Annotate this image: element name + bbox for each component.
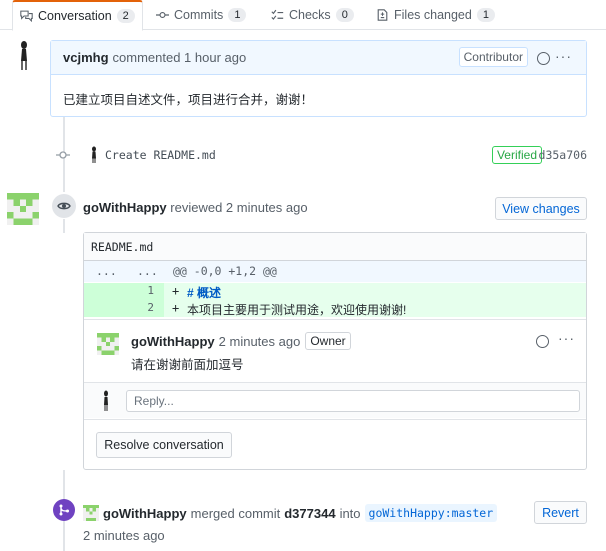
diff-prefix: +: [172, 284, 180, 298]
hunk-header-text: @@ -0,0 +1,2 @@: [173, 264, 277, 278]
vcjmhg-small-avatar[interactable]: [90, 146, 98, 164]
resolve-conversation-button[interactable]: Resolve conversation: [96, 432, 232, 458]
merge-event: goWithHappy merged commit d377344 into g…: [83, 504, 498, 522]
gowithhappy-avatar[interactable]: [83, 505, 99, 521]
merge-event-badge: [53, 499, 75, 521]
line-number: 2: [147, 301, 154, 314]
commit-icon: [156, 11, 169, 19]
tab-checks-count: 0: [335, 8, 354, 22]
diff-prefix: +: [172, 301, 180, 315]
file-diff-icon: [377, 9, 388, 21]
verified-badge[interactable]: Verified: [491, 146, 542, 164]
review-event-badge: [52, 194, 76, 218]
contributor-badge: Contributor: [458, 47, 528, 67]
line-number: 1: [147, 284, 154, 297]
commit-message[interactable]: Create README.md: [105, 148, 216, 162]
timeline-line: [63, 219, 65, 233]
review-thread: README.md ... ... @@ -0,0 +1,2 @@ 1 + # …: [83, 232, 587, 470]
tab-files-changed-label: Files changed: [394, 8, 472, 22]
comment-discussion-icon: [20, 10, 33, 22]
file-name[interactable]: README.md: [84, 233, 586, 261]
expand-up-marker: ...: [96, 264, 117, 278]
tab-conversation-label: Conversation: [38, 9, 112, 23]
tab-checks-label: Checks: [289, 8, 331, 22]
merge-timestamp[interactable]: 2 minutes ago: [83, 528, 165, 543]
review-timestamp[interactable]: reviewed 2 minutes ago: [170, 200, 307, 215]
view-changes-button[interactable]: View changes: [495, 197, 587, 220]
diff-line-text: # 概述: [187, 286, 222, 300]
gowithhappy-avatar[interactable]: [7, 193, 39, 225]
comment-author[interactable]: vcjmhg: [63, 50, 109, 65]
tab-checks[interactable]: Checks 0: [271, 0, 354, 30]
line-number-cell: 1: [84, 283, 164, 300]
commit-icon: [56, 151, 70, 159]
owner-badge: Owner: [305, 332, 351, 350]
comment-body: 已建立项目自述文件，项目进行合并，谢谢！: [63, 93, 314, 107]
diff-line[interactable]: 2 + 本项目主要用于测试用途，欢迎使用谢谢!: [84, 300, 586, 317]
pr-tabs: Conversation 2 Commits 1 Checks 0 Files …: [0, 0, 606, 31]
comment-menu-icon[interactable]: ···: [558, 330, 575, 346]
diff-line[interactable]: 1 + # 概述: [84, 283, 586, 300]
tab-conversation-count: 2: [116, 9, 135, 23]
comment-menu-icon[interactable]: ···: [555, 48, 572, 64]
merge-into-text: into: [339, 505, 361, 521]
review-header: goWithHappy reviewed 2 minutes ago: [83, 200, 308, 215]
expand-down-marker: ...: [137, 264, 158, 278]
comment-timestamp[interactable]: commented 1 hour ago: [113, 50, 247, 65]
current-user-avatar[interactable]: [102, 390, 110, 412]
merge-text: merged commit: [190, 505, 281, 521]
merge-commit-sha[interactable]: d377344: [284, 506, 335, 521]
tab-commits[interactable]: Commits 1: [156, 0, 247, 30]
tab-files-changed[interactable]: Files changed 1: [376, 0, 495, 30]
reply-row: Reply...: [84, 382, 586, 418]
reply-input[interactable]: Reply...: [126, 390, 580, 412]
review-comment: goWithHappy 2 minutes ago Owner 请在谢谢前面加逗…: [84, 319, 586, 381]
add-reaction-icon[interactable]: [537, 52, 550, 65]
tab-files-changed-count: 1: [476, 8, 495, 22]
gowithhappy-avatar[interactable]: [97, 333, 119, 355]
checklist-icon: [271, 9, 284, 20]
git-merge-icon: [59, 504, 69, 516]
revert-button[interactable]: Revert: [534, 501, 587, 524]
comment-box: vcjmhg commented 1 hour ago Contributor …: [50, 40, 587, 117]
eye-icon: [57, 202, 71, 210]
line-number-cell: 2: [84, 300, 164, 317]
add-reaction-icon[interactable]: [536, 335, 549, 348]
vcjmhg-avatar[interactable]: [17, 40, 31, 72]
diff-hunk-header[interactable]: ... ... @@ -0,0 +1,2 @@: [84, 261, 586, 282]
tab-conversation[interactable]: Conversation 2: [12, 0, 143, 31]
diff-line-text: 本项目主要用于测试用途，欢迎使用谢谢!: [187, 303, 407, 317]
target-branch[interactable]: goWithHappy:master: [364, 504, 498, 522]
tab-commits-label: Commits: [174, 8, 224, 22]
review-author[interactable]: goWithHappy: [83, 200, 167, 215]
commit-sha[interactable]: d35a706: [539, 148, 587, 162]
reply-body: 请在谢谢前面加逗号: [131, 358, 244, 372]
resolve-row: Resolve conversation: [84, 419, 586, 469]
merge-author[interactable]: goWithHappy: [103, 506, 187, 521]
reply-timestamp[interactable]: 2 minutes ago: [219, 334, 301, 349]
reply-author[interactable]: goWithHappy: [131, 334, 215, 349]
tab-commits-count: 1: [228, 8, 247, 22]
